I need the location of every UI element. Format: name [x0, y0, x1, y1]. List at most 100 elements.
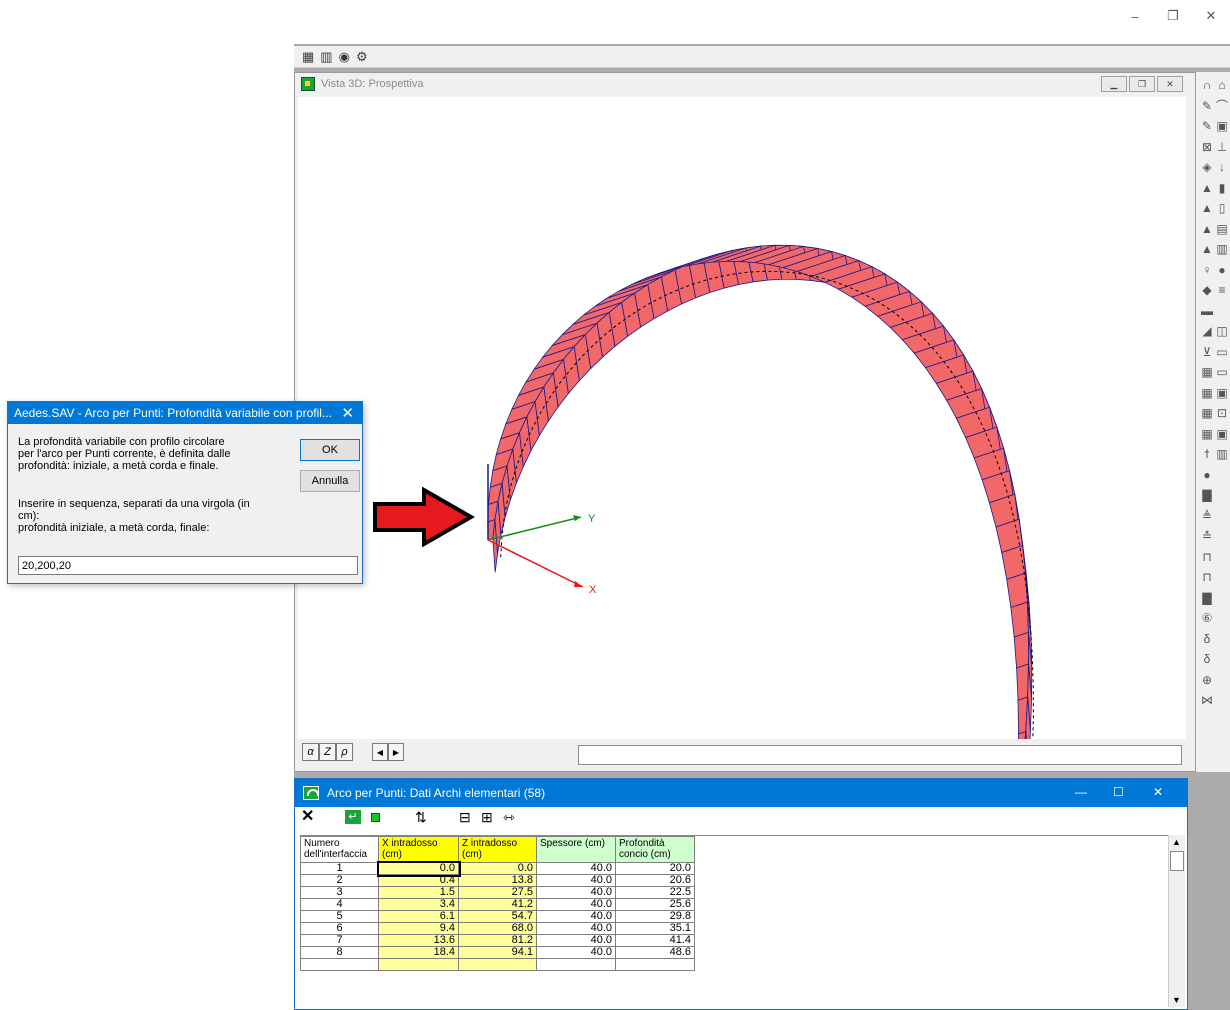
cell-depth[interactable]: 22.5	[615, 886, 695, 899]
col-header-depth[interactable]: Profondità concio (cm)	[615, 836, 695, 863]
col-header-interface[interactable]: Numero dell'interfaccia	[300, 836, 379, 863]
cell-thickness[interactable]: 40.0	[536, 922, 616, 935]
cell-depth[interactable]: 20.0	[615, 862, 695, 875]
cell-x-intrados[interactable]: 13.6	[378, 934, 459, 947]
nav-right-button[interactable]: ▶	[388, 743, 404, 761]
tool-icon[interactable]: ↓	[1214, 160, 1230, 174]
tool-icon[interactable]: ▲	[1199, 242, 1215, 256]
table-icon[interactable]: ▥	[320, 49, 332, 65]
delete-icon[interactable]: ✕	[301, 809, 314, 825]
cell-depth[interactable]: 25.6	[615, 898, 695, 911]
cell-interface[interactable]: 3	[300, 886, 379, 899]
tool-icon[interactable]: ▬	[1199, 304, 1215, 318]
tool-icon[interactable]: ●	[1214, 263, 1230, 277]
tool-icon[interactable]: ◈	[1199, 160, 1215, 174]
tool-icon[interactable]: ∩	[1199, 78, 1215, 92]
cell-x-intrados[interactable]: 1.5	[378, 886, 459, 899]
gear-icon[interactable]: ⚙	[356, 49, 368, 65]
cell-partial[interactable]	[458, 958, 537, 971]
tool-icon[interactable]: ▮	[1214, 181, 1230, 195]
cell-thickness[interactable]: 40.0	[536, 874, 616, 887]
depth-values-input[interactable]	[18, 556, 358, 575]
building-icon[interactable]: ▦	[302, 49, 314, 65]
cell-z-intrados[interactable]: 0.0	[458, 862, 537, 875]
table-row[interactable]: 6 9.4 68.0 40.0 35.1	[300, 922, 695, 935]
cell-depth[interactable]: 48.6	[615, 946, 695, 959]
cell-x-intrados[interactable]: 0.0	[376, 860, 461, 877]
cell-interface[interactable]: 5	[300, 910, 379, 923]
cell-thickness[interactable]: 40.0	[536, 886, 616, 899]
tool-icon[interactable]: ▭	[1214, 345, 1230, 359]
minimize-icon[interactable]: —	[1075, 785, 1087, 799]
cell-partial[interactable]	[378, 958, 459, 971]
cell-thickness[interactable]: 40.0	[536, 862, 616, 875]
close-icon[interactable]: ✕	[1192, 4, 1230, 28]
arch-data-scrollbar[interactable]: ▲ ▼	[1168, 835, 1185, 1007]
tool-icon[interactable]: ▦	[1199, 406, 1215, 420]
tool-icon[interactable]: ●	[1199, 468, 1215, 482]
tool-icon[interactable]: ▣	[1214, 427, 1230, 441]
tool-icon[interactable]: ⊡	[1214, 406, 1230, 420]
cell-z-intrados[interactable]: 68.0	[458, 922, 537, 935]
alpha-mode-button[interactable]: α	[302, 743, 319, 761]
cell-interface[interactable]: 4	[300, 898, 379, 911]
tool-icon[interactable]: ▥	[1214, 242, 1230, 256]
cancel-button[interactable]: Annulla	[300, 470, 360, 492]
cell-depth[interactable]: 29.8	[615, 910, 695, 923]
cell-x-intrados[interactable]: 18.4	[378, 946, 459, 959]
cell-depth[interactable]: 41.4	[615, 934, 695, 947]
cell-x-intrados[interactable]: 0.4	[378, 874, 459, 887]
tool-icon[interactable]: ▤	[1214, 222, 1230, 236]
tool-icon[interactable]: ⑥	[1199, 611, 1215, 625]
cell-z-intrados[interactable]: 81.2	[458, 934, 537, 947]
cell-interface[interactable]: 8	[300, 946, 379, 959]
table-row[interactable]: 5 6.1 54.7 40.0 29.8	[300, 910, 695, 923]
view3d-minimize-button[interactable]: ▁	[1101, 76, 1127, 92]
tool-icon[interactable]: ⋈	[1199, 693, 1215, 707]
z-mode-button[interactable]: Z	[319, 743, 336, 761]
tool-icon[interactable]: δ	[1199, 632, 1215, 646]
cell-thickness[interactable]: 40.0	[536, 934, 616, 947]
col-header-x-intrados[interactable]: X intradosso (cm)	[378, 836, 459, 863]
eye-icon[interactable]: ◉	[339, 49, 350, 65]
tool-icon[interactable]: ⊻	[1199, 345, 1215, 359]
table-row[interactable]: 4 3.4 41.2 40.0 25.6	[300, 898, 695, 911]
tool-icon[interactable]: ▇	[1199, 488, 1215, 502]
tool-icon[interactable]: ♀	[1199, 263, 1215, 277]
table-row[interactable]: 8 18.4 94.1 40.0 48.6	[300, 946, 695, 959]
green-square-icon[interactable]	[371, 813, 380, 822]
tool-icon[interactable]: ≜	[1199, 509, 1215, 523]
tool-icon[interactable]: ⊥	[1214, 140, 1230, 154]
table-row[interactable]	[300, 958, 695, 971]
tool-icon[interactable]: ▲	[1199, 222, 1215, 236]
minimize-icon[interactable]: –	[1116, 4, 1154, 28]
cell-x-intrados[interactable]: 3.4	[378, 898, 459, 911]
cell-interface[interactable]: 6	[300, 922, 379, 935]
cell-x-intrados[interactable]: 9.4	[378, 922, 459, 935]
nav-left-button[interactable]: ◀	[372, 743, 388, 761]
tool-icon[interactable]: ▦	[1199, 386, 1215, 400]
tool-icon[interactable]: ▣	[1214, 386, 1230, 400]
tool-icon[interactable]: ◢	[1199, 324, 1215, 338]
cell-z-intrados[interactable]: 27.5	[458, 886, 537, 899]
cell-partial[interactable]	[536, 958, 616, 971]
tool-icon[interactable]: ◫	[1214, 324, 1230, 338]
table-row[interactable]: 3 1.5 27.5 40.0 22.5	[300, 886, 695, 899]
tool-icon[interactable]: ▲	[1199, 201, 1215, 215]
tool-icon[interactable]: ≛	[1199, 529, 1215, 543]
cell-depth[interactable]: 35.1	[615, 922, 695, 935]
tool-icon[interactable]: ▦	[1199, 427, 1215, 441]
col-header-z-intrados[interactable]: Z intradosso (cm)	[458, 836, 537, 863]
view3d-restore-button[interactable]: ❐	[1129, 76, 1155, 92]
tool-icon[interactable]: ▥	[1214, 447, 1230, 461]
cell-z-intrados[interactable]: 54.7	[458, 910, 537, 923]
close-icon[interactable]: ✕	[341, 404, 354, 422]
cell-z-intrados[interactable]: 41.2	[458, 898, 537, 911]
table-row[interactable]: 7 13.6 81.2 40.0 41.4	[300, 934, 695, 947]
cell-partial[interactable]	[615, 958, 695, 971]
tool-icon[interactable]: ✎	[1199, 99, 1215, 113]
cell-thickness[interactable]: 40.0	[536, 910, 616, 923]
tool-icon[interactable]: ▣	[1214, 119, 1230, 133]
enter-icon[interactable]: ↵	[345, 810, 361, 824]
tool-icon[interactable]: ≡	[1214, 283, 1230, 297]
